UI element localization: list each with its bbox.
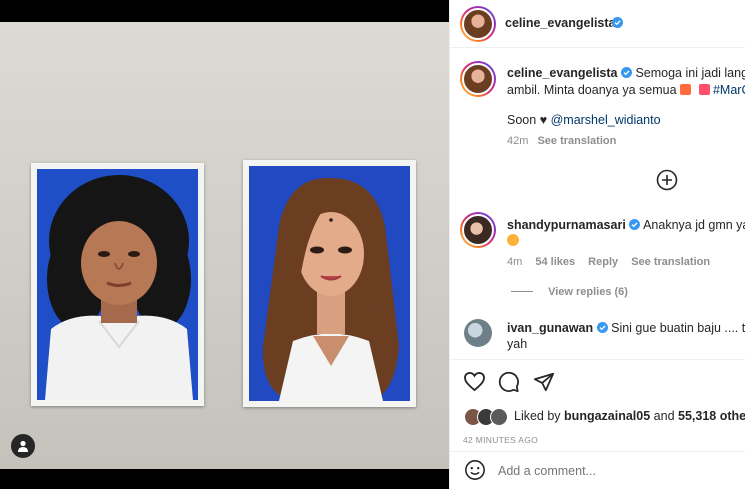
comment-item: ivan_gunawan Sini gue buatin baju .... t… <box>450 315 745 359</box>
post-timestamp[interactable]: 42 MINUTES AGO <box>463 435 538 445</box>
likes-prefix: Liked by <box>514 409 561 423</box>
photo-background <box>0 22 449 469</box>
post-author-username[interactable]: celine_evangelista <box>505 16 615 30</box>
caption-time[interactable]: 42m <box>507 135 528 147</box>
profile-tag-button[interactable] <box>11 434 35 458</box>
comment-avatar[interactable] <box>464 319 492 347</box>
emoji-2 <box>698 84 710 95</box>
verified-icon <box>596 322 608 333</box>
comment-button[interactable] <box>498 371 520 398</box>
caption-avatar[interactable] <box>460 61 496 97</box>
comment-username[interactable]: ivan_gunawan <box>507 321 593 335</box>
comment-text: Anaknya jd gmn yaa <box>643 218 745 232</box>
heart-emoji: ♥ <box>539 113 548 127</box>
man-portrait <box>45 175 193 400</box>
comment-emoji <box>507 234 519 246</box>
caption-see-translation[interactable]: See translation <box>537 135 616 147</box>
profile-icon <box>18 440 28 452</box>
post-author-avatar[interactable] <box>460 6 496 42</box>
comment-time[interactable]: 4m <box>507 256 522 268</box>
comment-box-divider <box>450 451 745 452</box>
add-comment-input[interactable] <box>496 460 730 482</box>
likes-count[interactable]: 55,318 other <box>678 409 745 423</box>
liked-by-user[interactable]: bungazainal05 <box>564 409 650 423</box>
comment-text-continued: yah <box>507 337 528 351</box>
caption-text-line1: Semoga ini jadi langka <box>635 66 745 80</box>
comment-likes[interactable]: 54 likes <box>535 256 575 268</box>
verified-icon <box>629 219 641 230</box>
actions-divider <box>450 359 745 360</box>
emoji-1 <box>680 84 692 95</box>
post-sidebar: celine_evangelista celine_evangelista Se… <box>449 0 745 489</box>
comment-reply-button[interactable]: Reply <box>588 256 618 268</box>
verified-icon <box>620 67 632 78</box>
caption-text-line2: ambil. Minta doanya ya semua <box>507 83 677 97</box>
caption-mention[interactable]: @marshel_widianto <box>551 113 661 127</box>
post-photo[interactable] <box>0 0 449 489</box>
comment-icon <box>498 371 519 393</box>
liker-avatar[interactable] <box>490 408 508 426</box>
header-divider <box>450 47 745 48</box>
post-header: celine_evangelista <box>450 0 745 47</box>
likes-and: and <box>653 409 675 423</box>
view-replies-label: View replies (6) <box>548 286 628 298</box>
comment-avatar[interactable] <box>460 212 496 248</box>
comment-see-translation[interactable]: See translation <box>631 256 710 268</box>
share-icon <box>533 372 555 392</box>
comment-text: Sini gue buatin baju .... tapi <box>611 321 745 335</box>
caption-block: celine_evangelista Semoga ini jadi langk… <box>450 55 745 155</box>
load-more-comments-button[interactable] <box>656 169 678 191</box>
comment-item: shandypurnamasari Anaknya jd gmn yaa 4m … <box>450 208 745 298</box>
id-photo-left <box>31 163 204 406</box>
caption-username[interactable]: celine_evangelista <box>507 66 617 80</box>
share-button[interactable] <box>533 371 555 398</box>
caption-hashtag[interactable]: #MarCe <box>713 83 745 97</box>
woman-portrait <box>262 177 399 401</box>
view-replies-button[interactable]: View replies (6) <box>511 286 628 298</box>
likes-row: Liked by bungazainal05 and 55,318 other <box>450 405 745 427</box>
verified-icon <box>612 17 623 28</box>
caption-text-line3: Soon <box>507 113 537 127</box>
emoji-button[interactable] <box>464 459 486 486</box>
like-button[interactable] <box>463 371 486 397</box>
add-circle-icon <box>656 169 678 191</box>
heart-icon <box>464 372 485 392</box>
id-photo-right <box>243 160 416 407</box>
comment-username[interactable]: shandypurnamasari <box>507 218 626 232</box>
emoji-icon <box>465 460 485 480</box>
